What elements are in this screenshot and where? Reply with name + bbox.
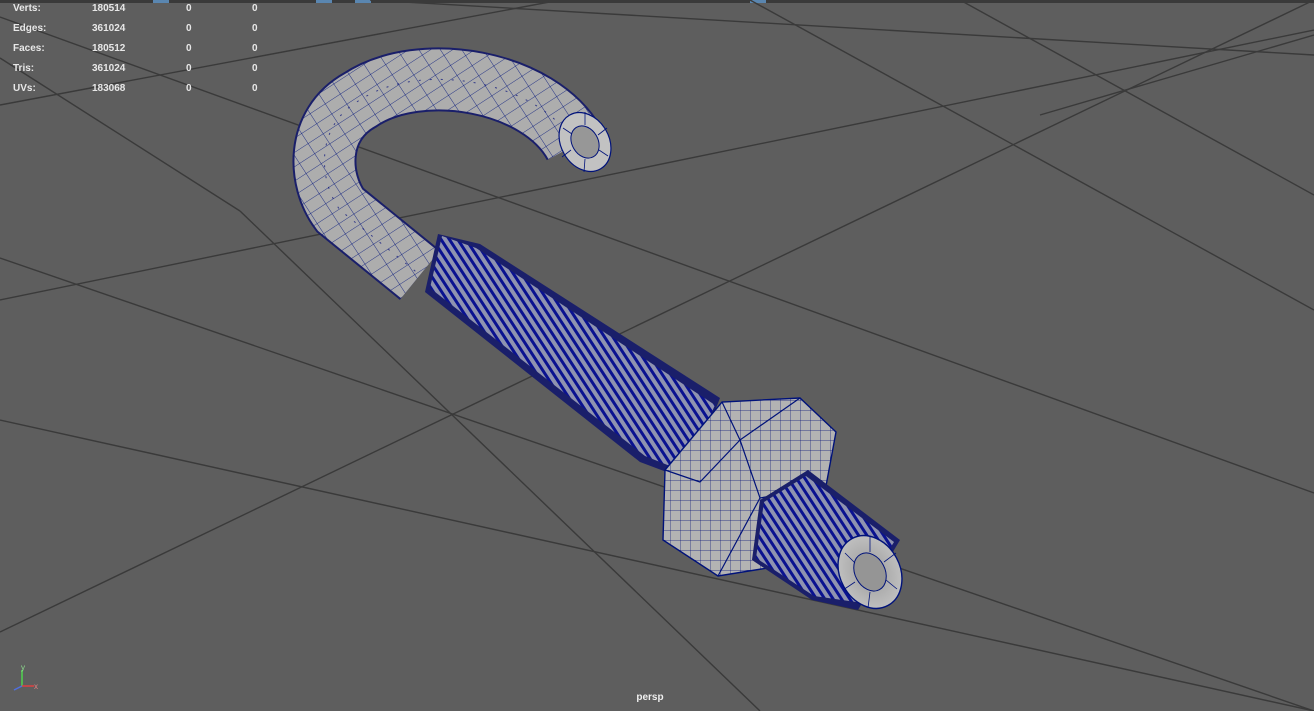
hud-value-extra: 0 — [252, 23, 258, 34]
hud-label: Tris: — [13, 63, 35, 74]
hud-value-total: 180514 — [92, 3, 126, 14]
hud-label: Faces: — [13, 43, 45, 54]
ground-grid — [0, 0, 1314, 711]
hud-row-tris: Tris: 361024 0 0 — [0, 62, 270, 76]
hud-label: Verts: — [13, 3, 41, 14]
hud-value-total: 180512 — [92, 43, 126, 54]
camera-name-label: persp — [636, 692, 664, 703]
hud-value-selected: 0 — [186, 23, 192, 34]
hud-value-selected: 0 — [186, 3, 192, 14]
hud-value-extra: 0 — [252, 3, 258, 14]
hud-value-selected: 0 — [186, 43, 192, 54]
hud-value-extra: 0 — [252, 63, 258, 74]
hud-value-total: 361024 — [92, 63, 126, 74]
3d-viewport[interactable]: Verts: 180514 0 0 Edges: 361024 0 0 Face… — [0, 0, 1314, 711]
hud-row-uvs: UVs: 183068 0 0 — [0, 82, 270, 96]
view-axis-gizmo: y x — [13, 663, 38, 691]
hud-value-total: 183068 — [92, 83, 126, 94]
hud-value-extra: 0 — [252, 83, 258, 94]
hud-label: Edges: — [13, 23, 47, 34]
j-bolt-mesh[interactable] — [292, 47, 914, 619]
hud-row-edges: Edges: 361024 0 0 — [0, 22, 270, 36]
hud-row-faces: Faces: 180512 0 0 — [0, 42, 270, 56]
hud-value-selected: 0 — [186, 83, 192, 94]
axis-x-label: x — [34, 682, 38, 691]
hud-label: UVs: — [13, 83, 36, 94]
hud-row-verts: Verts: 180514 0 0 — [0, 2, 270, 16]
axis-y-label: y — [21, 663, 25, 672]
hud-value-selected: 0 — [186, 63, 192, 74]
hud-value-extra: 0 — [252, 43, 258, 54]
hud-value-total: 361024 — [92, 23, 126, 34]
viewport-scene[interactable] — [0, 0, 1314, 711]
